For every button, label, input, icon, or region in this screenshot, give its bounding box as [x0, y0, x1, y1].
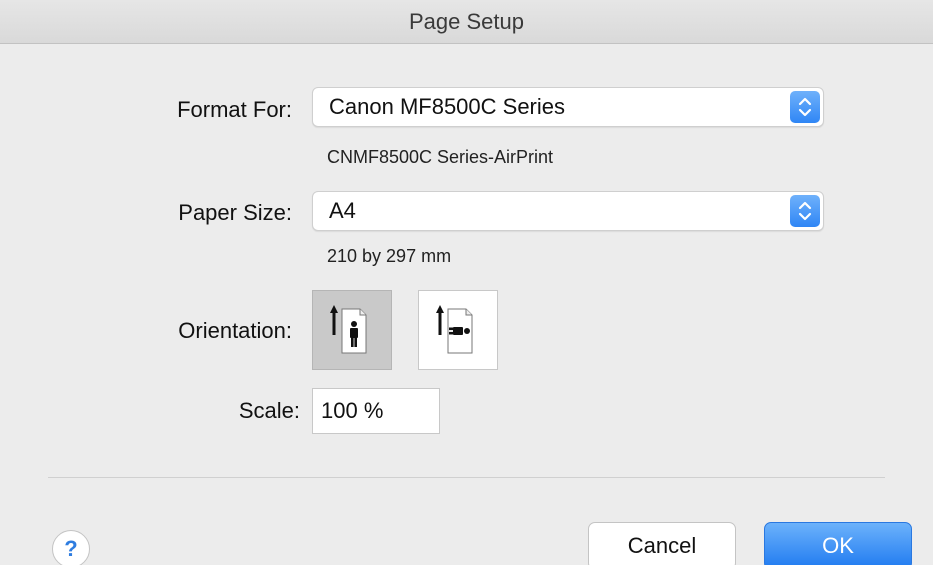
page-setup-dialog: Page Setup Format For: Canon MF8500C Ser…: [0, 0, 933, 565]
paper-size-dimensions: 210 by 297 mm: [327, 246, 452, 266]
ok-button[interactable]: OK: [764, 522, 912, 565]
format-for-subtitle: CNMF8500C Series-AirPrint: [327, 147, 554, 167]
paper-size-popup[interactable]: A4: [312, 191, 824, 231]
up-down-chevron-icon: [790, 195, 820, 227]
help-button[interactable]: ?: [52, 530, 90, 565]
portrait-orientation-button[interactable]: [312, 290, 392, 370]
divider: [48, 477, 885, 478]
orientation-label: Orientation:: [178, 318, 292, 343]
scale-input[interactable]: 100 %: [312, 388, 440, 434]
scale-label: Scale:: [238, 398, 300, 423]
format-for-label: Format For:: [177, 97, 292, 122]
paper-size-label: Paper Size:: [178, 200, 292, 225]
format-for-popup[interactable]: Canon MF8500C Series: [312, 87, 824, 127]
scale-value: 100 %: [321, 398, 384, 423]
landscape-orientation-button[interactable]: [418, 290, 498, 370]
up-down-chevron-icon: [790, 91, 820, 123]
window-title: Page Setup: [0, 0, 933, 44]
format-for-value: Canon MF8500C Series: [329, 94, 566, 119]
paper-size-value: A4: [329, 198, 356, 223]
portrait-orientation-icon: [330, 305, 367, 354]
landscape-orientation-icon: [436, 305, 473, 354]
cancel-button[interactable]: Cancel: [588, 522, 736, 565]
